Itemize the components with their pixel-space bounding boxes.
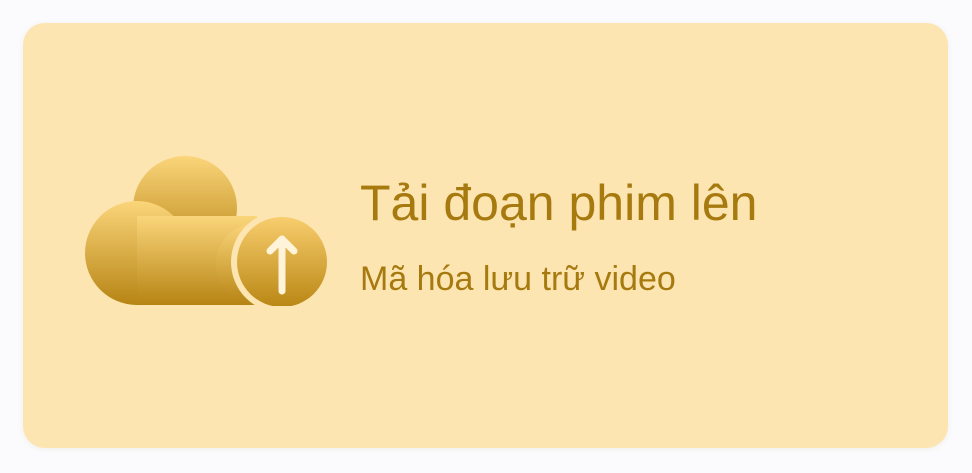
upload-title: Tải đoạn phim lên [360,175,758,231]
upload-subtitle: Mã hóa lưu trữ video [360,260,676,298]
upload-video-card[interactable]: Tải đoạn phim lên Mã hóa lưu trữ video [23,23,948,448]
upload-text-block: Tải đoạn phim lên Mã hóa lưu trữ video [360,171,920,301]
cloud-upload-icon [81,156,333,306]
